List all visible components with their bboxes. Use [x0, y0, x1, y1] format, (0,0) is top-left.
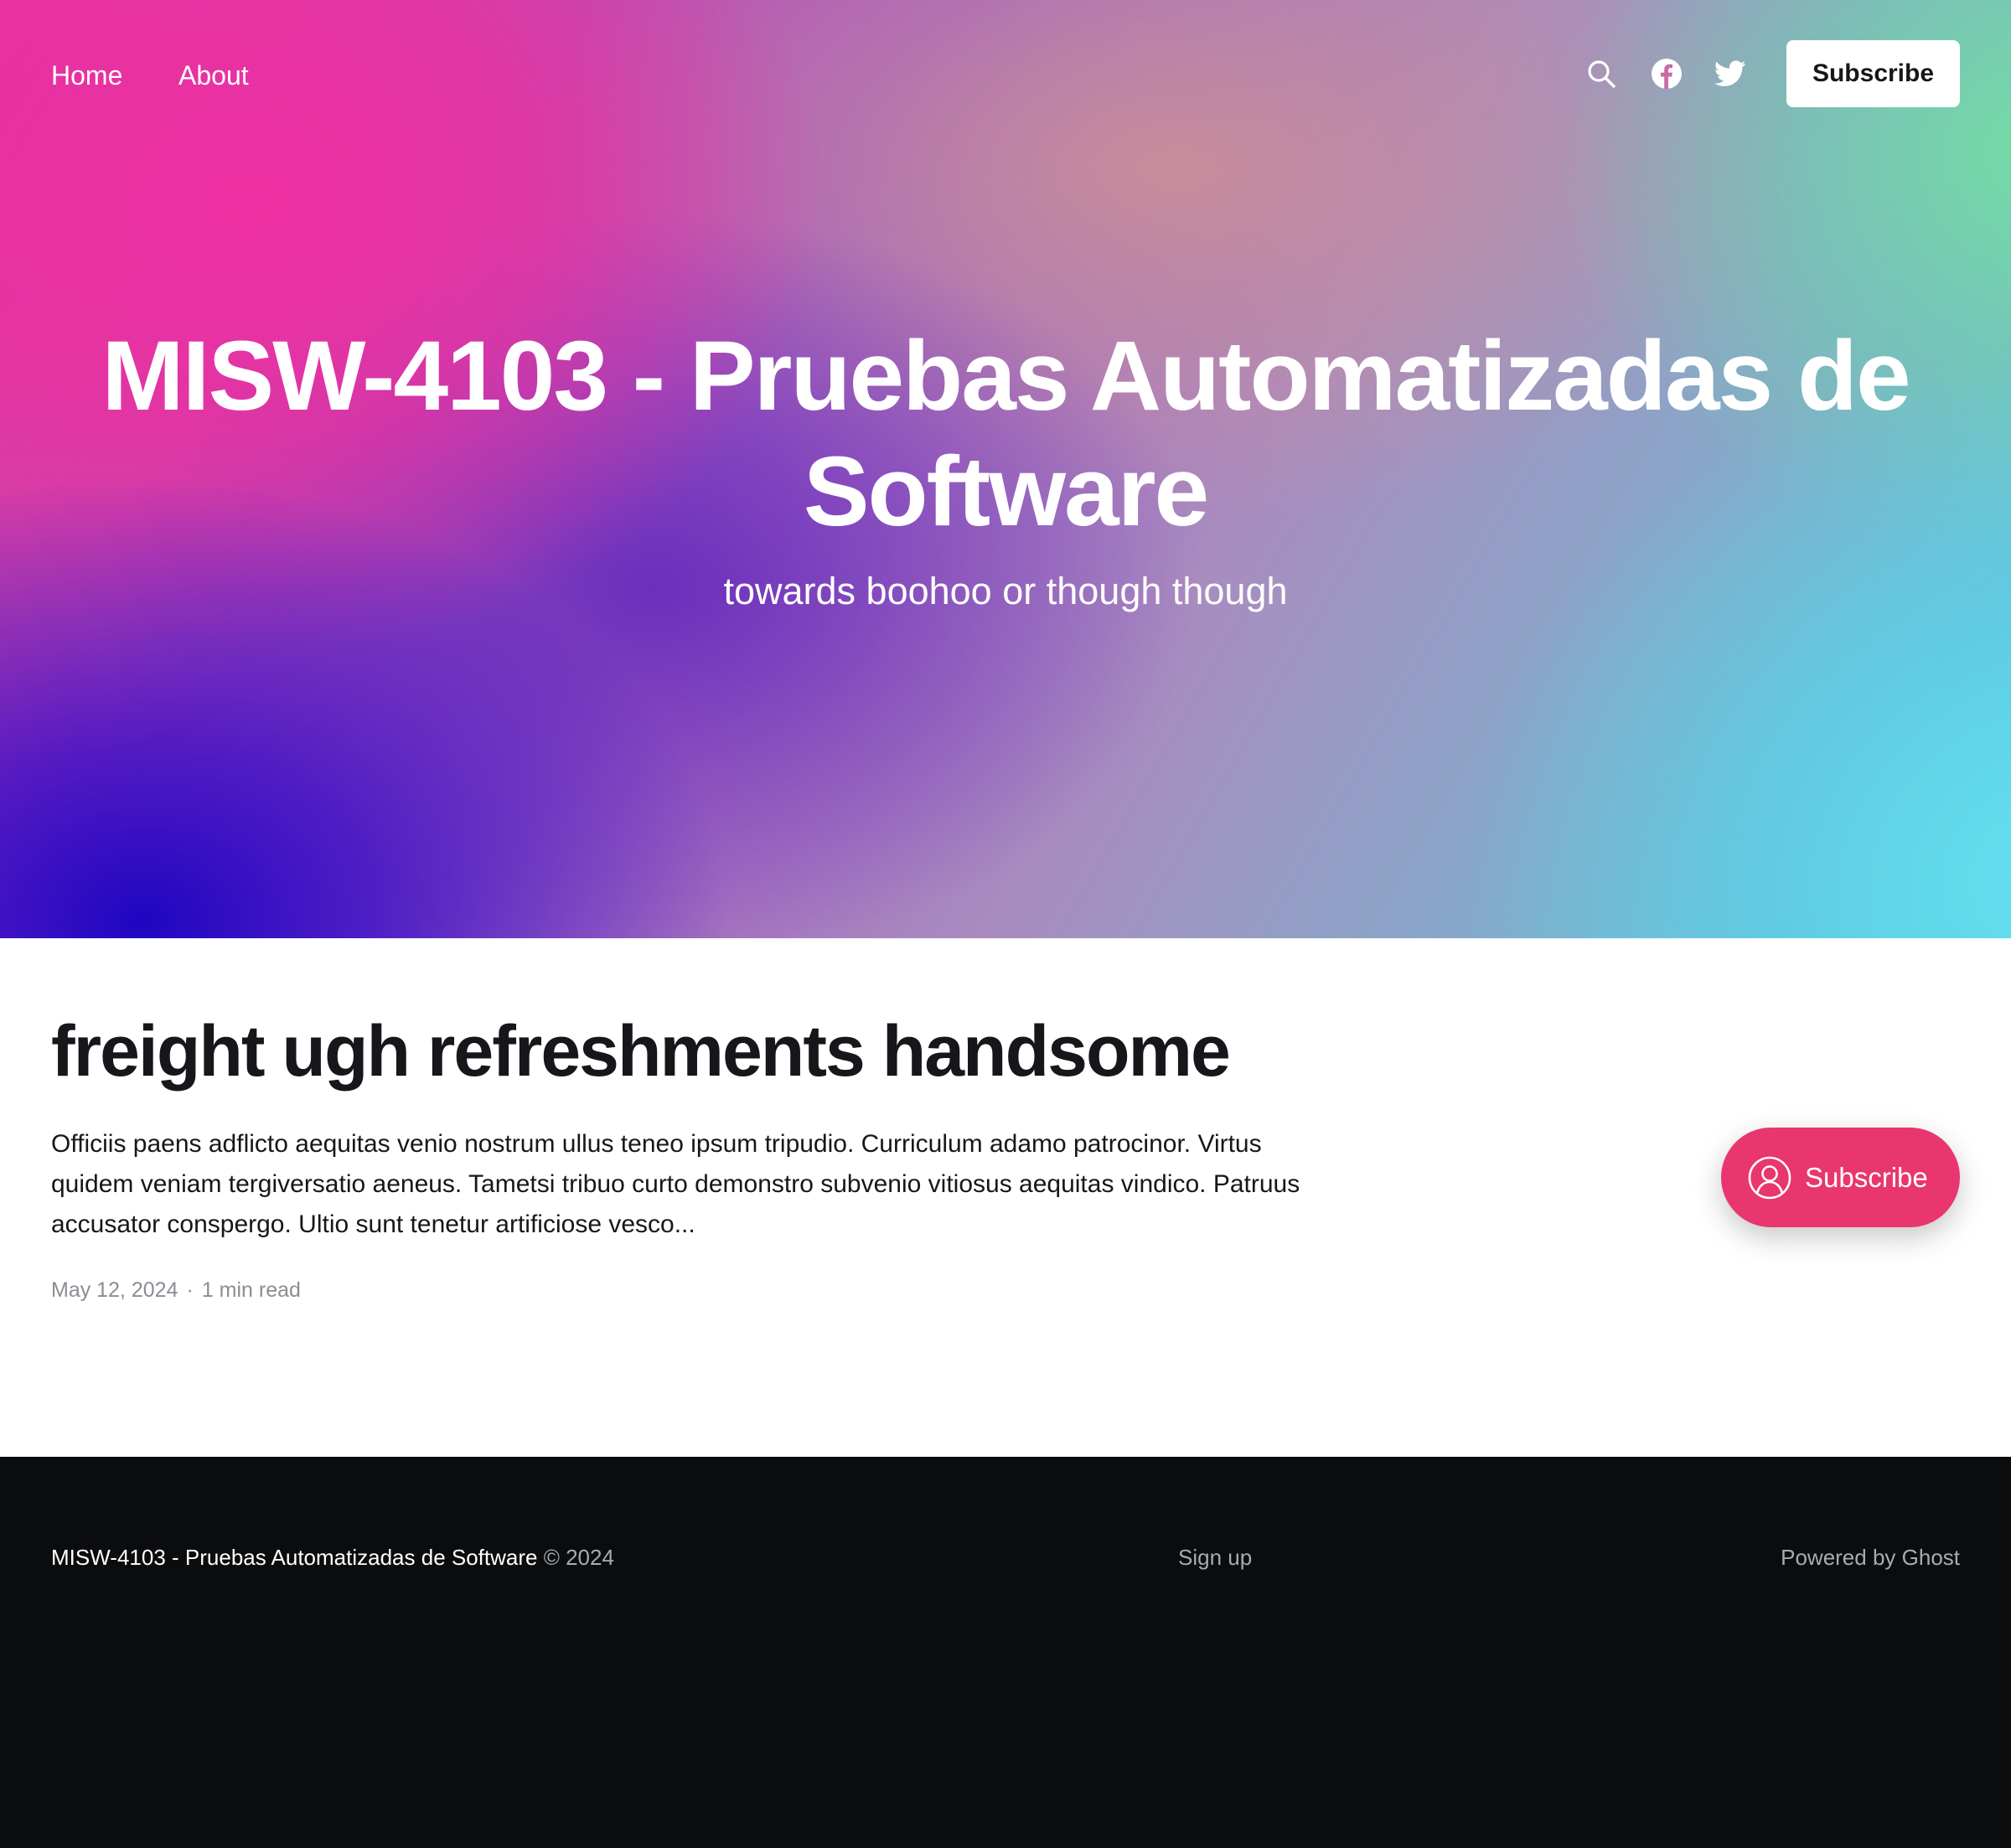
nav-link-home[interactable]: Home — [51, 55, 122, 95]
main-navigation: Home About Subscribe — [0, 0, 2011, 149]
site-description: towards boohoo or though though — [723, 570, 1288, 612]
footer-site-name[interactable]: MISW-4103 - Pruebas Automatizadas de Sof… — [51, 1545, 537, 1570]
user-circle-icon — [1748, 1156, 1791, 1200]
site-title: MISW-4103 - Pruebas Automatizadas de Sof… — [101, 321, 1910, 547]
twitter-icon[interactable] — [1712, 55, 1749, 92]
post-excerpt: Officiis paens adflicto aequitas venio n… — [51, 1130, 1300, 1238]
post-date: May 12, 2024 — [51, 1278, 178, 1302]
post-read-time: 1 min read — [201, 1278, 301, 1302]
meta-separator: · — [186, 1278, 194, 1302]
site-footer: MISW-4103 - Pruebas Automatizadas de Sof… — [0, 1457, 2011, 1848]
post-meta: May 12, 2024 · 1 min read — [51, 1275, 1325, 1305]
post-title[interactable]: freight ugh refreshments handsome — [51, 1005, 1325, 1097]
footer-signup-link[interactable]: Sign up — [1178, 1541, 1252, 1574]
facebook-icon[interactable] — [1648, 55, 1685, 92]
footer-powered-by-link[interactable]: Powered by Ghost — [1781, 1541, 1960, 1574]
nav-link-about[interactable]: About — [178, 55, 249, 95]
site-header: Home About Subscribe MISW-4103 - Pruebas… — [0, 0, 2011, 938]
portal-subscribe-button[interactable]: Subscribe — [1721, 1128, 1960, 1227]
search-icon[interactable] — [1583, 55, 1620, 92]
header-subscribe-button[interactable]: Subscribe — [1786, 40, 1960, 107]
portal-subscribe-label: Subscribe — [1805, 1161, 1928, 1193]
post-card: freight ugh refreshments handsome Offici… — [51, 1005, 1325, 1305]
footer-copyright: MISW-4103 - Pruebas Automatizadas de Sof… — [51, 1541, 614, 1574]
footer-copyright-year: © 2024 — [543, 1545, 614, 1570]
